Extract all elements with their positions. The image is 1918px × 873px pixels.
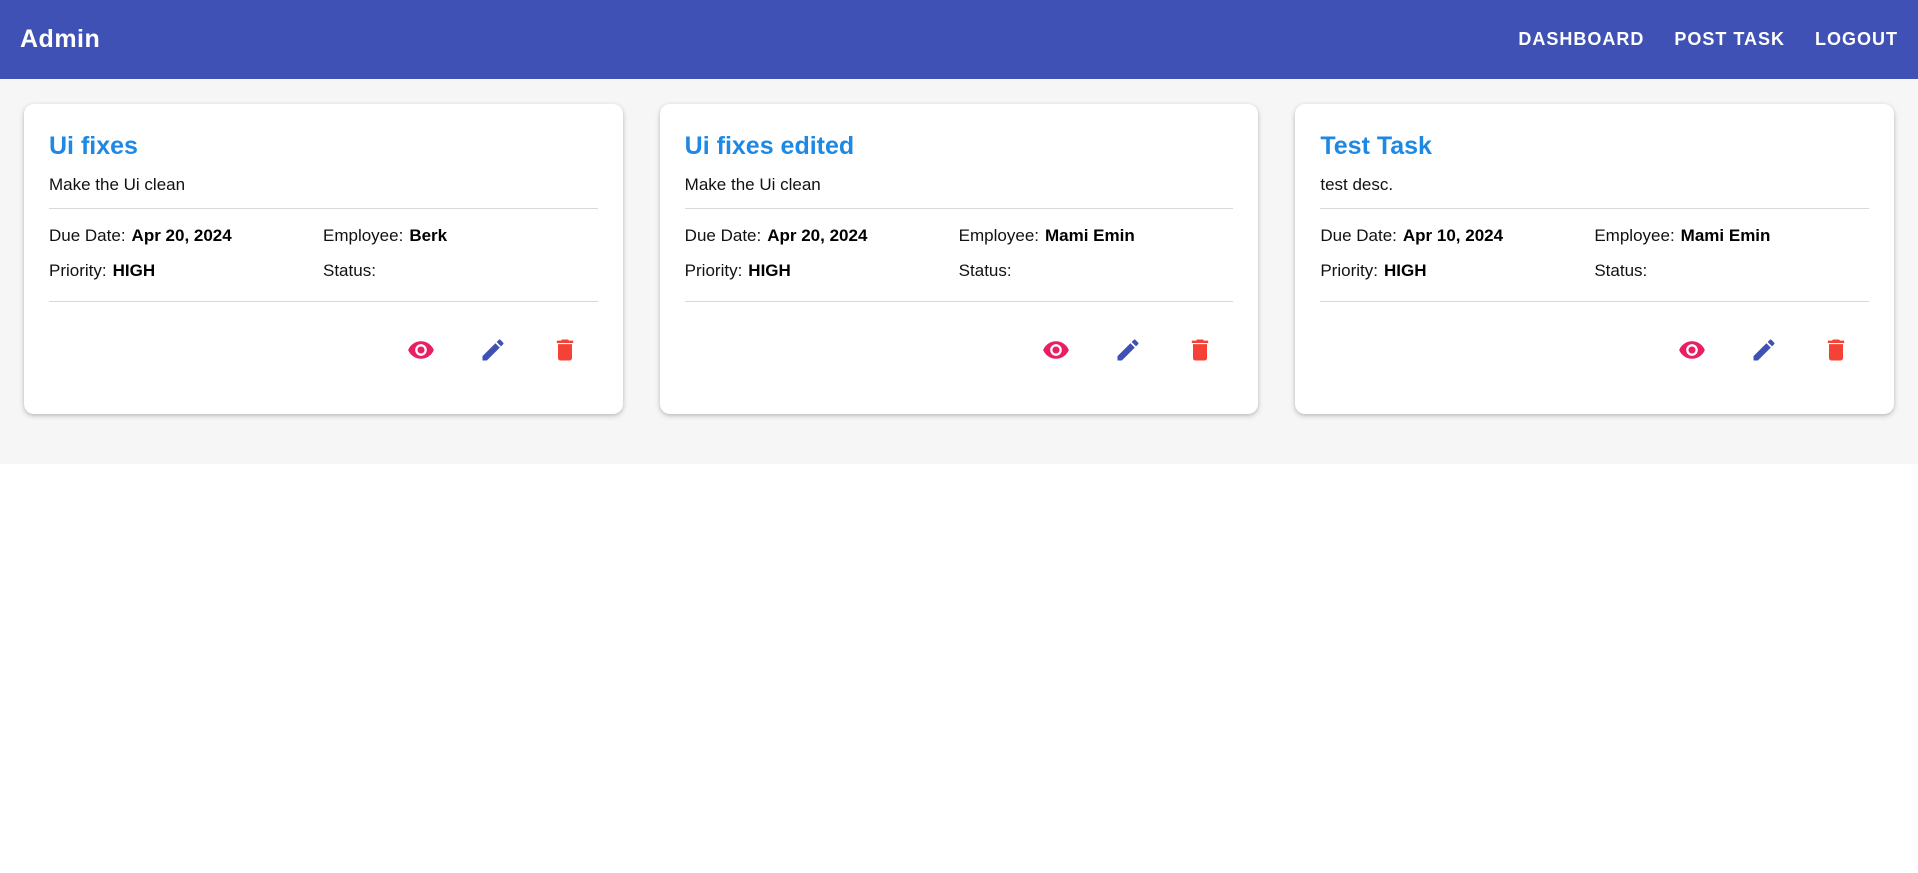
nav-post-task[interactable]: Post Task [1659,21,1800,58]
view-button[interactable] [1035,329,1077,371]
top-nav: Dashboard Post Task Logout [1503,21,1898,58]
task-card: Ui fixes edited Make the Ui clean Due Da… [659,104,1259,414]
pencil-icon [1753,339,1775,361]
edit-button[interactable] [472,329,514,371]
priority-label: Priority: [684,261,743,281]
due-date-label: Due Date: [684,226,762,246]
status: Status: [323,260,597,282]
due-date: Due Date: Apr 20, 2024 [685,225,959,247]
employee: Employee: Mami Emin [1594,225,1868,247]
task-description: Make the Ui clean [684,175,821,194]
task-title: Ui fixes edited [684,132,855,160]
employee: Employee: Mami Emin [959,225,1233,247]
trash-icon [1192,339,1209,361]
due-date-value: Apr 20, 2024 [131,226,232,246]
employee-value: Berk [409,226,448,246]
status-label: Status: [323,261,376,281]
trash-icon [556,339,573,361]
task-title: Ui fixes [49,132,138,160]
eye-icon [1043,341,1070,359]
task-meta: Due Date: Apr 10, 2024 Employee: Mami Em… [1320,209,1869,301]
eye-icon [407,341,434,359]
nav-logout[interactable]: Logout [1800,21,1898,58]
app-bar: Admin Dashboard Post Task Logout [0,0,1918,79]
edit-button[interactable] [1107,329,1149,371]
priority-label: Priority: [1320,261,1378,281]
pencil-icon [1117,339,1139,361]
due-date-value: Apr 20, 2024 [767,226,868,246]
task-title: Test Task [1320,132,1432,160]
priority-value: HIGH [1383,261,1427,281]
delete-button[interactable] [1179,329,1221,371]
status: Status: [959,260,1233,282]
priority-value: HIGH [748,261,791,281]
status-label: Status: [958,261,1012,281]
employee-label: Employee: [1594,226,1675,246]
due-date-label: Due Date: [49,226,126,246]
delete-button[interactable] [1815,329,1857,371]
task-description: test desc. [1320,175,1394,194]
trash-icon [1827,339,1845,361]
task-card: Test Task test desc. Due Date: Apr 10, 2… [1295,104,1895,414]
app-title: Admin [20,25,101,53]
status-label: Status: [1594,261,1648,281]
priority-value: HIGH [112,261,156,281]
task-description: Make the Ui clean [49,175,186,194]
pencil-icon [482,339,504,361]
delete-button[interactable] [544,329,586,371]
task-meta: Due Date: Apr 20, 2024 Employee: Mami Em… [685,209,1234,301]
task-meta: Due Date: Apr 20, 2024 Employee: Berk Pr… [49,209,598,301]
eye-icon [1679,341,1705,359]
task-actions [1320,302,1869,371]
status: Status: [1594,260,1868,282]
priority-label: Priority: [49,261,107,281]
task-card: Ui fixes Make the Ui clean Due Date: Apr… [24,104,623,414]
due-date: Due Date: Apr 20, 2024 [49,225,323,247]
priority: Priority: HIGH [685,260,959,282]
priority: Priority: HIGH [49,260,323,282]
task-list: Ui fixes Make the Ui clean Due Date: Apr… [0,79,1918,464]
due-date: Due Date: Apr 10, 2024 [1320,225,1594,247]
view-button[interactable] [400,329,442,371]
edit-button[interactable] [1743,329,1785,371]
employee-label: Employee: [323,226,404,246]
due-date-label: Due Date: [1320,226,1397,246]
task-actions [685,302,1234,371]
nav-dashboard[interactable]: Dashboard [1503,21,1659,58]
priority: Priority: HIGH [1320,260,1594,282]
employee-label: Employee: [958,226,1039,246]
employee: Employee: Berk [323,225,597,247]
employee-value: Mami Emin [1045,226,1135,246]
task-actions [49,302,598,371]
employee-value: Mami Emin [1680,226,1771,246]
view-button[interactable] [1671,329,1713,371]
due-date-value: Apr 10, 2024 [1402,226,1504,246]
